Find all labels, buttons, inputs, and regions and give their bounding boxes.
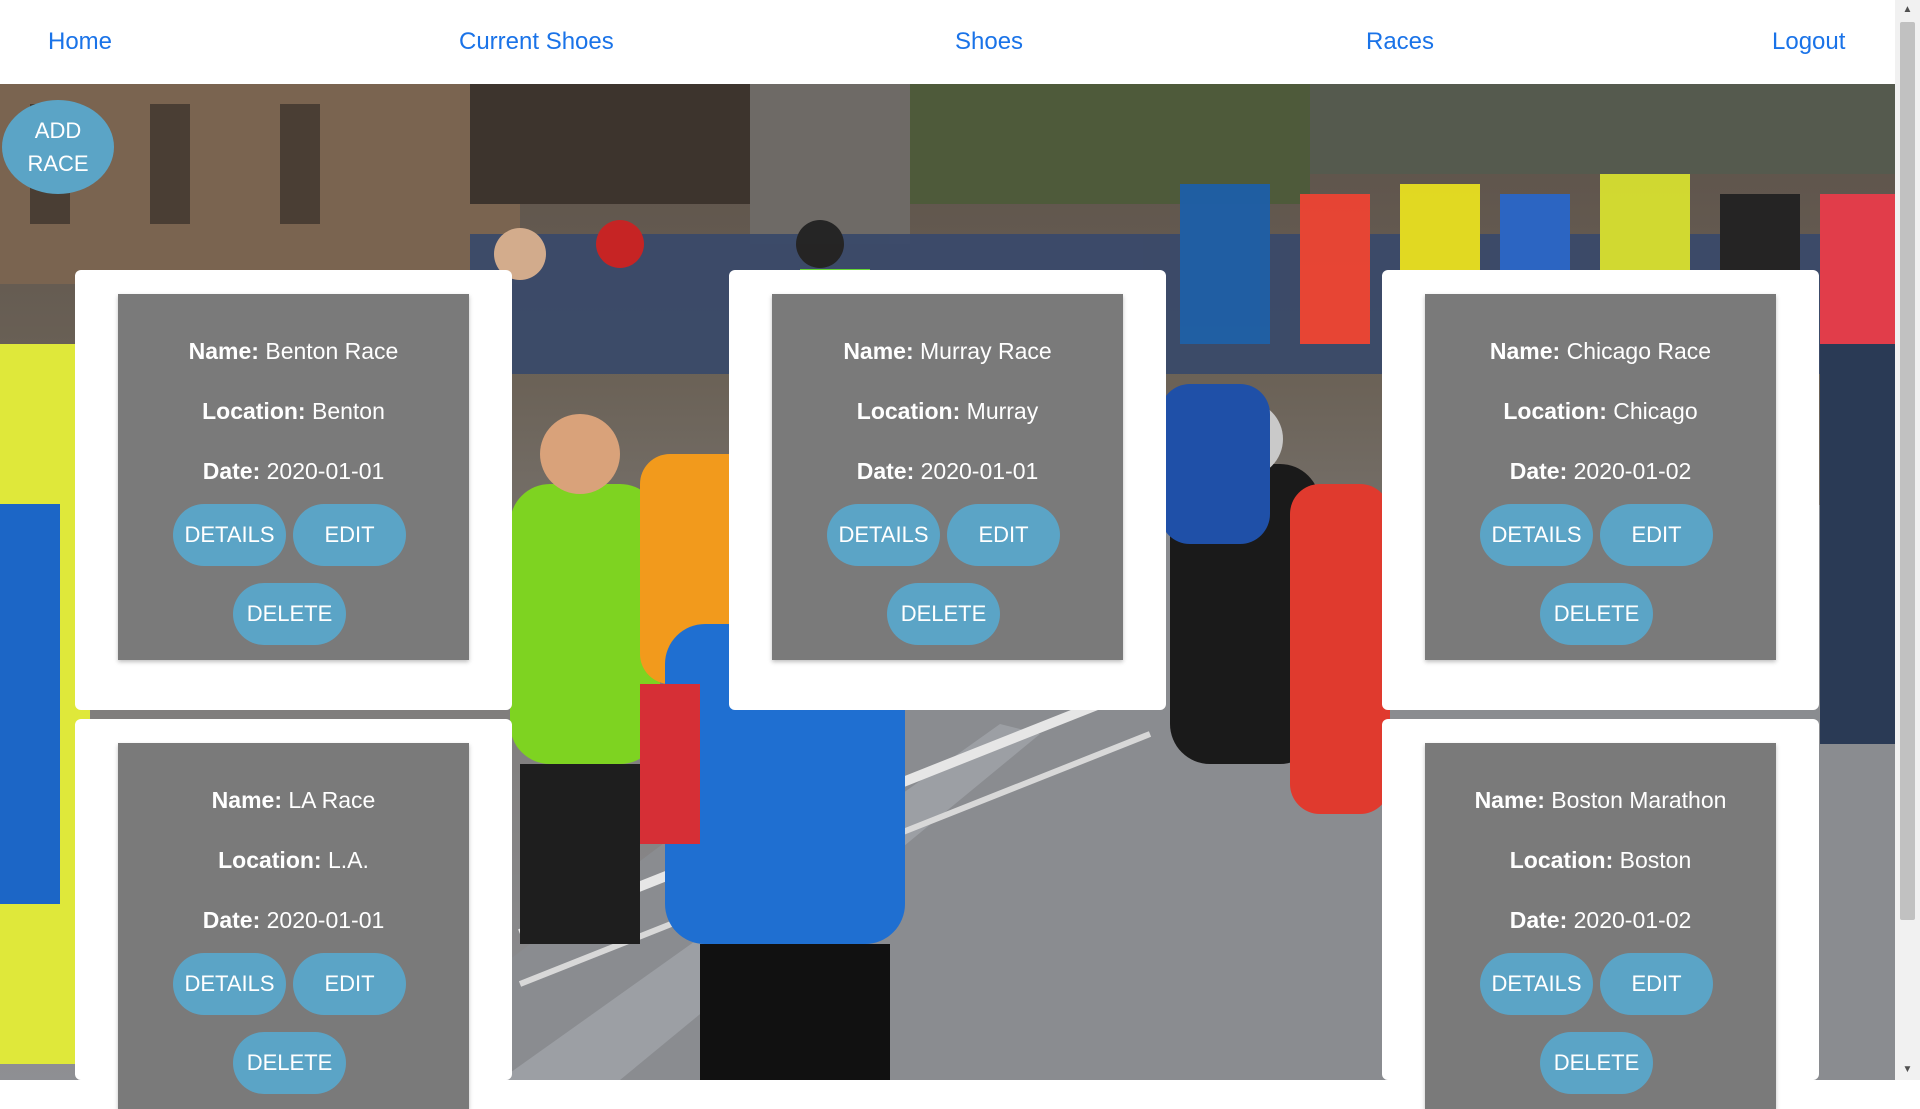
nav-logout[interactable]: Logout [1772,0,1845,84]
location-label: Location: [1509,847,1614,873]
name-label: Name: [843,338,914,364]
details-button[interactable]: DETAILS [1480,953,1593,1015]
race-card-body: Name: Benton Race Location: Benton Date:… [118,294,469,660]
edit-button[interactable]: EDIT [293,953,406,1015]
date-label: Date: [856,458,915,484]
race-card-body: Name: LA Race Location: L.A. Date: 2020-… [118,743,469,1109]
race-name: Name: Murray Race [772,338,1123,365]
name-label: Name: [1489,338,1561,364]
edit-button[interactable]: EDIT [1600,504,1713,566]
details-button[interactable]: DETAILS [173,953,286,1015]
details-button[interactable]: DETAILS [173,504,286,566]
details-button[interactable]: DETAILS [1480,504,1593,566]
race-location: Location: Boston [1425,847,1776,874]
scrollbar-thumb[interactable] [1900,22,1915,920]
location-label: Location: [218,847,322,873]
race-date: Date: 2020-01-01 [772,458,1123,485]
nav-races[interactable]: Races [1366,0,1434,84]
race-date-value: 2020-01-01 [920,458,1039,484]
race-name: Name: Chicago Race [1425,338,1776,365]
scroll-up-arrow-icon[interactable]: ▲ [1895,0,1920,20]
delete-button[interactable]: DELETE [233,1032,346,1094]
race-date-value: 2020-01-02 [1573,907,1692,933]
race-date-value: 2020-01-01 [266,907,385,933]
location-label: Location: [856,398,961,424]
race-card: Name: Boston Marathon Location: Boston D… [1382,719,1819,1109]
location-label: Location: [202,398,306,424]
race-name: Name: Benton Race [118,338,469,365]
race-location-value: Benton [311,398,385,424]
race-card-body: Name: Chicago Race Location: Chicago Dat… [1425,294,1776,660]
race-name-value: LA Race [288,787,376,813]
delete-button[interactable]: DELETE [887,583,1000,645]
date-label: Date: [1509,458,1568,484]
race-name: Name: LA Race [118,787,469,814]
nav-home[interactable]: Home [48,0,112,84]
nav-shoes[interactable]: Shoes [955,0,1023,84]
delete-button[interactable]: DELETE [1540,583,1653,645]
name-label: Name: [211,787,282,813]
page-scrollbar[interactable]: ▲ ▼ [1895,0,1920,1080]
race-card: Name: Murray Race Location: Murray Date:… [729,270,1166,710]
race-card: Name: LA Race Location: L.A. Date: 2020-… [75,719,512,1109]
name-label: Name: [188,338,259,364]
date-label: Date: [202,907,261,933]
race-name: Name: Boston Marathon [1425,787,1776,814]
race-date: Date: 2020-01-02 [1425,907,1776,934]
race-card: Name: Chicago Race Location: Chicago Dat… [1382,270,1819,710]
race-card-body: Name: Murray Race Location: Murray Date:… [772,294,1123,660]
edit-button[interactable]: EDIT [947,504,1060,566]
name-label: Name: [1474,787,1545,813]
date-label: Date: [1509,907,1568,933]
race-location-value: Boston [1619,847,1692,873]
race-name-value: Boston Marathon [1551,787,1727,813]
location-label: Location: [1503,398,1607,424]
nav-current-shoes[interactable]: Current Shoes [459,0,614,84]
race-location: Location: Benton [118,398,469,425]
edit-button[interactable]: EDIT [1600,953,1713,1015]
race-location-value: Murray [966,398,1039,424]
details-button[interactable]: DETAILS [827,504,940,566]
race-card-body: Name: Boston Marathon Location: Boston D… [1425,743,1776,1109]
race-location: Location: Murray [772,398,1123,425]
race-location: Location: L.A. [118,847,469,874]
top-navbar: Home Current Shoes Shoes Races Logout [0,0,1895,84]
delete-button[interactable]: DELETE [233,583,346,645]
date-label: Date: [202,458,261,484]
add-race-button[interactable]: ADD RACE [2,100,114,194]
race-date: Date: 2020-01-02 [1425,458,1776,485]
race-date: Date: 2020-01-01 [118,458,469,485]
delete-button[interactable]: DELETE [1540,1032,1653,1094]
race-date-value: 2020-01-01 [266,458,385,484]
race-date-value: 2020-01-02 [1573,458,1692,484]
edit-button[interactable]: EDIT [293,504,406,566]
race-location-value: Chicago [1613,398,1698,424]
scroll-down-arrow-icon[interactable]: ▼ [1895,1060,1920,1080]
race-card: Name: Benton Race Location: Benton Date:… [75,270,512,710]
race-name-value: Benton Race [265,338,399,364]
race-name-value: Murray Race [920,338,1052,364]
race-date: Date: 2020-01-01 [118,907,469,934]
race-name-value: Chicago Race [1566,338,1712,364]
race-location: Location: Chicago [1425,398,1776,425]
race-location-value: L.A. [327,847,369,873]
